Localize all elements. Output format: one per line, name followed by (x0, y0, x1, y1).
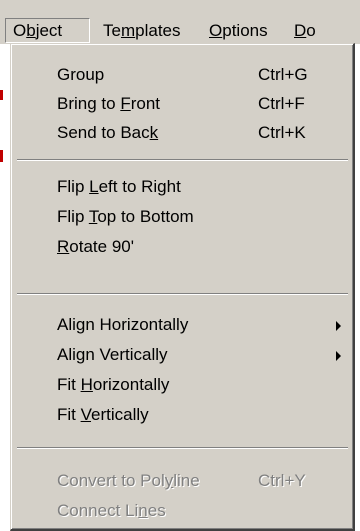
menu-object[interactable]: Object (5, 18, 90, 43)
menu-item-align-vertically[interactable]: Align Vertically (14, 340, 350, 369)
background-window-mark (0, 150, 3, 162)
menu-item-rotate-90[interactable]: Rotate 90' (14, 232, 350, 261)
menu-templates-label: Templates (103, 21, 181, 40)
menu-item-align-horizontally[interactable]: Align Horizontally (14, 310, 350, 339)
submenu-arrow-icon (336, 351, 341, 361)
menu-item-bring-to-front-label: Bring to Front (57, 94, 160, 113)
menu-options[interactable]: Options (202, 18, 275, 43)
menu-item-convert-to-polyline-shortcut: Ctrl+Y (258, 471, 306, 490)
menu-do-label: Do (294, 21, 316, 40)
object-menu-dropdown: Group Ctrl+G Bring to Front Ctrl+F Send … (10, 43, 355, 531)
menu-item-fit-vertically-label: Fit Vertically (57, 405, 149, 424)
menu-item-flip-left-right-label: Flip Left to Right (57, 177, 181, 196)
menu-item-rotate-90-label: Rotate 90' (57, 237, 134, 256)
menu-item-connect-lines-label: Connect Lines (57, 501, 166, 520)
menu-templates[interactable]: Templates (96, 18, 188, 43)
menu-item-convert-to-polyline[interactable]: Convert to Polyline Ctrl+Y (14, 466, 350, 495)
menu-item-group-label: Group (57, 65, 105, 84)
menu-separator (17, 447, 348, 449)
menu-item-fit-horizontally[interactable]: Fit Horizontally (14, 370, 350, 399)
submenu-arrow-icon (336, 321, 341, 331)
menu-item-fit-vertically[interactable]: Fit Vertically (14, 400, 350, 429)
menu-item-flip-left-right[interactable]: Flip Left to Right (14, 172, 350, 201)
background-window-mark (0, 90, 3, 100)
menu-do[interactable]: Do (287, 18, 323, 43)
menu-item-flip-top-bottom-label: Flip Top to Bottom (57, 207, 194, 226)
menu-options-label: Options (209, 21, 268, 40)
menu-item-send-to-back-label: Send to Back (57, 123, 159, 142)
menu-item-bring-to-front[interactable]: Bring to Front Ctrl+F (14, 89, 350, 118)
menu-item-bring-to-front-shortcut: Ctrl+F (258, 94, 305, 113)
menu-bar: Object Templates Options Do (0, 0, 360, 44)
background-window-edge (0, 0, 6, 531)
menu-item-group-shortcut: Ctrl+G (258, 65, 308, 84)
menu-separator (17, 159, 348, 161)
menu-separator (17, 293, 348, 295)
menu-item-convert-to-polyline-label: Convert to Polyline (57, 471, 200, 490)
menu-item-fit-horizontally-label: Fit Horizontally (57, 375, 170, 394)
menu-item-send-to-back[interactable]: Send to Back Ctrl+K (14, 118, 350, 147)
menu-item-send-to-back-shortcut: Ctrl+K (258, 123, 306, 142)
menu-item-group[interactable]: Group Ctrl+G (14, 60, 350, 89)
menu-item-align-horizontally-label: Align Horizontally (57, 315, 189, 334)
menu-object-label: Object (13, 21, 63, 40)
menu-item-flip-top-bottom[interactable]: Flip Top to Bottom (14, 202, 350, 231)
menu-item-connect-lines[interactable]: Connect Lines (14, 496, 350, 525)
menu-item-align-vertically-label: Align Vertically (57, 345, 168, 364)
